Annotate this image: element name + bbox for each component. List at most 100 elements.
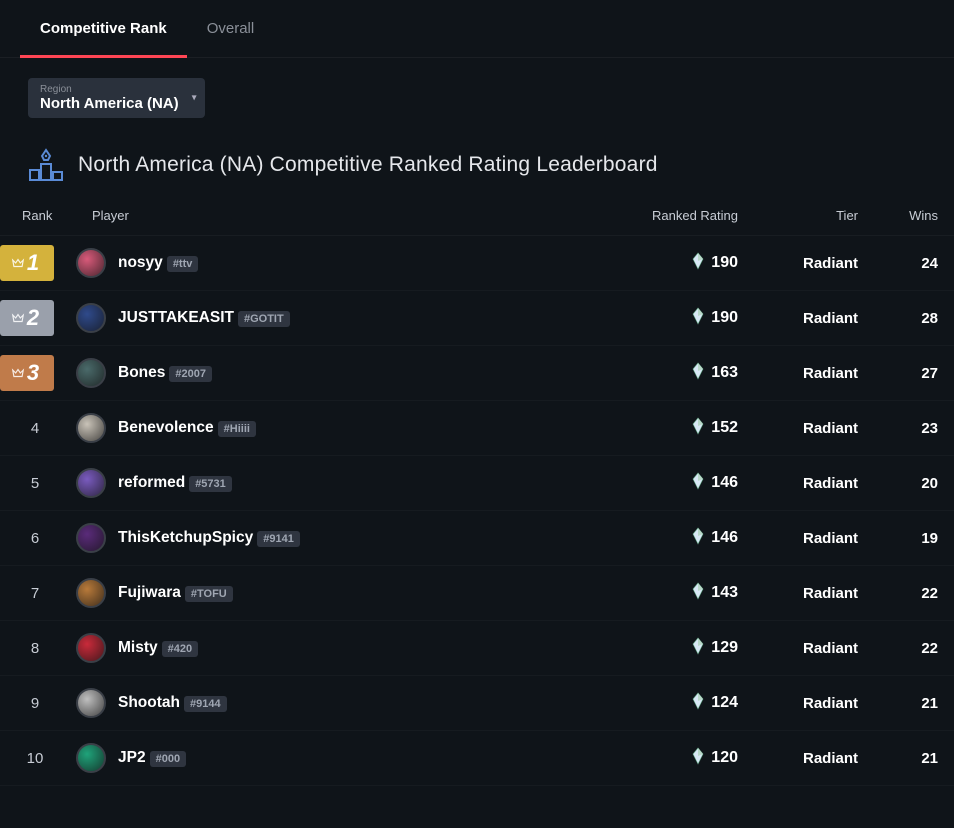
rating-value: 143: [711, 584, 738, 602]
tier-cell: Radiant: [748, 640, 858, 657]
tier-cell: Radiant: [748, 750, 858, 767]
table-row[interactable]: 2JUSTTAKEASIT#GOTIT190Radiant28: [0, 291, 954, 346]
player-cell[interactable]: nosyy#ttv: [70, 248, 598, 278]
rank-number: 1: [27, 250, 39, 276]
player-name: Shootah: [118, 694, 180, 711]
tab-overall[interactable]: Overall: [187, 0, 275, 57]
wins-cell: 20: [858, 475, 938, 492]
rating-cell: 129: [598, 637, 748, 660]
rating-value: 146: [711, 474, 738, 492]
player-cell[interactable]: Fujiwara#TOFU: [70, 578, 598, 608]
player-tag: #5731: [189, 476, 232, 492]
player-name: Misty: [118, 639, 158, 656]
rank-cell: 1: [0, 236, 70, 290]
table-row[interactable]: 6ThisKetchupSpicy#9141146Radiant19: [0, 511, 954, 566]
leaderboard-table: Rank Player Ranked Rating Tier Wins 1nos…: [0, 196, 954, 786]
rank-cell: 5: [0, 456, 70, 510]
rating-cell: 163: [598, 362, 748, 385]
rating-cell: 143: [598, 582, 748, 605]
wins-cell: 24: [858, 255, 938, 272]
rating-icon: [691, 362, 705, 385]
player-cell[interactable]: JP2#000: [70, 743, 598, 773]
wins-cell: 21: [858, 695, 938, 712]
rank-cell: 3: [0, 346, 70, 400]
rank-cell: 9: [0, 676, 70, 730]
rating-icon: [691, 747, 705, 770]
player-tag: #GOTIT: [238, 311, 290, 327]
player-cell[interactable]: JUSTTAKEASIT#GOTIT: [70, 303, 598, 333]
rank-number: 5: [0, 475, 70, 492]
avatar: [76, 688, 106, 718]
wins-cell: 19: [858, 530, 938, 547]
wins-cell: 21: [858, 750, 938, 767]
player-cell[interactable]: Misty#420: [70, 633, 598, 663]
player-tag: #9144: [184, 696, 227, 712]
player-name: JP2: [118, 749, 146, 766]
rank-number: 9: [0, 695, 70, 712]
table-row[interactable]: 1 nosyy#ttv 190 Radiant24: [0, 236, 954, 291]
tier-cell: Radiant: [748, 530, 858, 547]
player-tag: #000: [150, 751, 186, 767]
player-cell[interactable]: ThisKetchupSpicy#9141: [70, 523, 598, 553]
tier-cell: Radiant: [748, 585, 858, 602]
player-name: Fujiwara: [118, 584, 181, 601]
region-label: Region: [40, 84, 179, 95]
table-row[interactable]: 10JP2#000120Radiant21: [0, 731, 954, 786]
rating-cell: 124: [598, 692, 748, 715]
leaderboard-icon: [28, 148, 64, 182]
player-name: JUSTTAKEASIT: [118, 309, 234, 326]
rating-value: 190: [711, 309, 738, 327]
rank-number: 4: [0, 420, 70, 437]
table-row[interactable]: 9Shootah#9144124Radiant21: [0, 676, 954, 731]
rank-number: 6: [0, 530, 70, 547]
region-value: North America (NA): [40, 95, 179, 112]
rating-icon: [691, 692, 705, 715]
rank-number: 8: [0, 640, 70, 657]
col-tier: Tier: [748, 208, 858, 223]
player-tag: #9141: [257, 531, 300, 547]
avatar: [76, 743, 106, 773]
avatar: [76, 578, 106, 608]
col-wins: Wins: [858, 208, 938, 223]
tabs: Competitive Rank Overall: [0, 0, 954, 58]
player-cell[interactable]: Bones#2007: [70, 358, 598, 388]
table-row[interactable]: 4Benevolence#Hiiii152Radiant23: [0, 401, 954, 456]
rank-number: 10: [0, 750, 70, 767]
avatar: [76, 358, 106, 388]
avatar: [76, 303, 106, 333]
rating-value: 190: [711, 254, 738, 272]
player-tag: #420: [162, 641, 198, 657]
tab-competitive-rank[interactable]: Competitive Rank: [20, 0, 187, 57]
rating-value: 163: [711, 364, 738, 382]
region-select[interactable]: Region North America (NA) ▾: [28, 78, 205, 118]
table-row[interactable]: 7Fujiwara#TOFU 143 Radiant22: [0, 566, 954, 621]
rating-cell: 120: [598, 747, 748, 770]
rank-number: 7: [0, 585, 70, 602]
rating-icon: [691, 252, 705, 275]
player-cell[interactable]: reformed#5731: [70, 468, 598, 498]
player-name: nosyy: [118, 254, 163, 271]
rank-cell: 4: [0, 401, 70, 455]
wins-cell: 27: [858, 365, 938, 382]
wins-cell: 28: [858, 310, 938, 327]
player-cell[interactable]: Benevolence#Hiiii: [70, 413, 598, 443]
wins-cell: 22: [858, 585, 938, 602]
table-row[interactable]: 8Misty#420129Radiant22: [0, 621, 954, 676]
rating-value: 124: [711, 694, 738, 712]
tier-cell: Radiant: [748, 255, 858, 272]
tier-cell: Radiant: [748, 695, 858, 712]
rating-cell: 190: [598, 252, 748, 275]
rating-cell: 152: [598, 417, 748, 440]
rank-number: 2: [27, 305, 39, 331]
player-cell[interactable]: Shootah#9144: [70, 688, 598, 718]
rank-badge: 2: [0, 300, 54, 336]
rating-icon: [691, 582, 705, 605]
tier-cell: Radiant: [748, 475, 858, 492]
wins-cell: 22: [858, 640, 938, 657]
col-rank: Rank: [22, 208, 92, 223]
tier-cell: Radiant: [748, 420, 858, 437]
table-row[interactable]: 5reformed#5731 146 Radiant20: [0, 456, 954, 511]
table-row[interactable]: 3Bones#2007163Radiant27: [0, 346, 954, 401]
rating-cell: 146: [598, 472, 748, 495]
avatar: [76, 468, 106, 498]
